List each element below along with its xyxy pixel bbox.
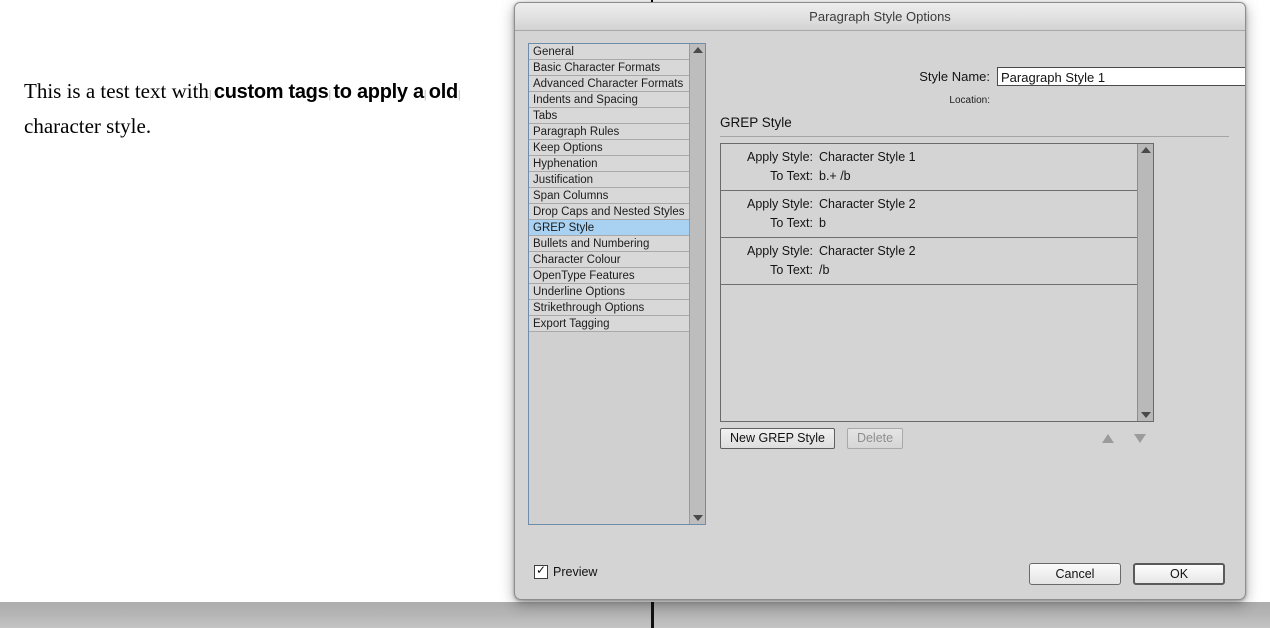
cancel-button[interactable]: Cancel — [1029, 563, 1121, 585]
doc-text-segment-tag3: old — [428, 81, 458, 103]
paragraph-style-options-dialog: Paragraph Style Options General Basic Cha… — [514, 2, 1246, 600]
doc-text-segment-rest: character style. — [24, 114, 152, 138]
settings-category-items: General Basic Character Formats Advanced C… — [529, 44, 690, 524]
to-text-label: To Text: — [770, 169, 813, 183]
doc-text-segment-plain: This is a test text with — [24, 79, 209, 103]
sidebar-item[interactable]: General — [529, 44, 690, 60]
settings-panel: Style Name: Paragraph Style 1 Location: … — [718, 31, 1245, 599]
sidebar-item[interactable]: Strikethrough Options — [529, 300, 690, 316]
location-label: Location: — [949, 95, 990, 106]
move-down-icon[interactable] — [1134, 434, 1146, 443]
page-bottom-band — [0, 602, 1270, 628]
sidebar-item[interactable]: Hyphenation — [529, 156, 690, 172]
preview-checkbox[interactable]: ✓ — [534, 563, 548, 579]
sidebar-item[interactable]: Paragraph Rules — [529, 124, 690, 140]
tag-marker-icon: | — [457, 89, 461, 101]
sidebar-item[interactable]: Basic Character Formats — [529, 60, 690, 76]
apply-style-value[interactable]: Character Style 2 — [819, 244, 916, 258]
grep-style-entry[interactable]: Apply Style: Character Style 2 To Text: b — [721, 191, 1137, 238]
to-text-label: To Text: — [770, 216, 813, 230]
ok-button[interactable]: OK — [1133, 563, 1225, 585]
dialog-title: Paragraph Style Options — [809, 9, 951, 24]
sidebar-item[interactable]: Span Columns — [529, 188, 690, 204]
document-text: This is a test text with| custom tags| to … — [24, 76, 494, 142]
sidebar-item[interactable]: Drop Caps and Nested Styles — [529, 204, 690, 220]
sidebar-item[interactable]: Underline Options — [529, 284, 690, 300]
apply-style-label: Apply Style: — [746, 150, 813, 164]
style-name-label: Style Name: — [919, 69, 990, 84]
sidebar-item[interactable]: Advanced Character Formats — [529, 76, 690, 92]
apply-style-value[interactable]: Character Style 1 — [819, 150, 916, 164]
section-title: GREP Style — [720, 115, 792, 130]
to-text-value[interactable]: b.+ /b — [819, 169, 851, 183]
grep-style-list[interactable]: Apply Style: Character Style 1 To Text: b.+… — [720, 143, 1154, 422]
sidebar-item[interactable]: Justification — [529, 172, 690, 188]
dialog-footer: ✓ Preview Cancel OK — [515, 563, 1245, 587]
doc-text-segment-tag1: custom tags — [213, 81, 329, 103]
scroll-down-arrow-icon[interactable] — [1140, 412, 1151, 418]
scroll-up-arrow-icon[interactable] — [692, 47, 703, 53]
grep-style-entry[interactable]: Apply Style: Character Style 1 To Text: b.+… — [721, 144, 1137, 191]
to-text-value[interactable]: b — [819, 216, 826, 230]
style-name-row: Style Name: Paragraph Style 1 — [718, 67, 1245, 86]
sidebar-item[interactable]: OpenType Features — [529, 268, 690, 284]
sidebar-item[interactable]: Indents and Spacing — [529, 92, 690, 108]
column-guide-bottom — [651, 602, 654, 628]
preview-label: Preview — [553, 565, 598, 579]
grep-list-scrollbar[interactable] — [1137, 144, 1153, 421]
sidebar-item[interactable]: Keep Options — [529, 140, 690, 156]
move-up-icon[interactable] — [1102, 434, 1114, 443]
sidebar-scrollbar[interactable] — [689, 44, 705, 524]
scroll-up-arrow-icon[interactable] — [1140, 147, 1151, 153]
preview-toggle[interactable]: ✓ Preview — [534, 563, 598, 579]
scroll-down-arrow-icon[interactable] — [692, 515, 703, 521]
sidebar-empty-area — [529, 332, 690, 524]
apply-style-label: Apply Style: — [746, 197, 813, 211]
grep-style-entry[interactable]: Apply Style: Character Style 2 To Text: /b — [721, 238, 1137, 285]
sidebar-item[interactable]: GREP Style — [529, 220, 690, 236]
grep-list-toolbar: New GREP Style Delete — [720, 428, 1154, 449]
sidebar-item[interactable]: Export Tagging — [529, 316, 690, 332]
reorder-controls — [1102, 434, 1154, 443]
dialog-titlebar[interactable]: Paragraph Style Options — [515, 3, 1245, 31]
sidebar-item[interactable]: Bullets and Numbering — [529, 236, 690, 252]
grep-style-entries: Apply Style: Character Style 1 To Text: b.+… — [721, 144, 1137, 421]
section-divider — [720, 136, 1229, 137]
dialog-body: General Basic Character Formats Advanced C… — [515, 31, 1245, 599]
apply-style-value[interactable]: Character Style 2 — [819, 197, 916, 211]
delete-button[interactable]: Delete — [846, 428, 904, 449]
doc-text-segment-tag2: to apply a — [333, 81, 424, 103]
location-row: Location: — [718, 95, 997, 106]
sidebar-item[interactable]: Character Colour — [529, 252, 690, 268]
checkmark-icon: ✓ — [536, 563, 547, 577]
settings-category-list[interactable]: General Basic Character Formats Advanced C… — [528, 43, 706, 525]
sidebar-item[interactable]: Tabs — [529, 108, 690, 124]
to-text-value[interactable]: /b — [819, 263, 829, 277]
dialog-actions: Cancel OK — [1029, 563, 1225, 585]
to-text-label: To Text: — [770, 263, 813, 277]
screen: This is a test text with| custom tags| to … — [0, 0, 1270, 628]
style-name-input[interactable]: Paragraph Style 1 — [997, 67, 1245, 86]
apply-style-label: Apply Style: — [746, 244, 813, 258]
new-grep-style-button[interactable]: New GREP Style — [720, 428, 835, 449]
